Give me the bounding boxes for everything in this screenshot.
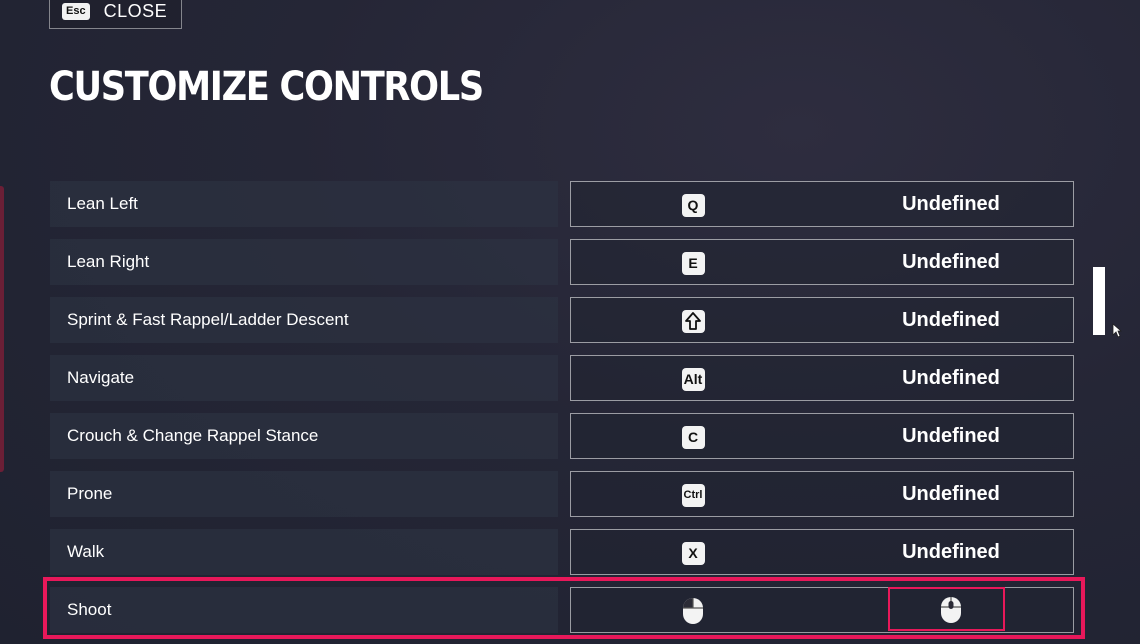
- control-row-lean-left: Lean Left Q Undefined: [50, 181, 1074, 227]
- page-title: CUSTOMIZE CONTROLS: [49, 64, 484, 110]
- scrollbar-thumb[interactable]: [1093, 267, 1105, 335]
- control-row-crouch: Crouch & Change Rappel Stance C Undefine…: [50, 413, 1074, 459]
- alternate-binding[interactable]: Undefined: [871, 356, 1031, 400]
- alternate-binding[interactable]: Undefined: [871, 182, 1031, 226]
- alternate-binding[interactable]: Undefined: [871, 414, 1031, 458]
- close-label: CLOSE: [103, 1, 168, 21]
- control-row-navigate: Navigate Alt Undefined: [50, 355, 1074, 401]
- primary-binding[interactable]: Ctrl: [681, 483, 705, 507]
- keycap-x: X: [681, 541, 705, 565]
- control-row-prone: Prone Ctrl Undefined: [50, 471, 1074, 517]
- action-label: Prone: [50, 471, 558, 517]
- alternate-binding[interactable]: Undefined: [871, 298, 1031, 342]
- binding-box: X Undefined: [570, 529, 1074, 575]
- binding-box: C Undefined: [570, 413, 1074, 459]
- mouse-left-button-icon: [683, 598, 703, 624]
- keycap-alt: Alt: [681, 367, 705, 391]
- mouse-cursor-icon: [1112, 323, 1122, 338]
- keycap-q: Q: [681, 193, 705, 217]
- action-label: Crouch & Change Rappel Stance: [50, 413, 558, 459]
- binding-box: Q Undefined: [570, 181, 1074, 227]
- action-label: Lean Right: [50, 239, 558, 285]
- action-label: Sprint & Fast Rappel/Ladder Descent: [50, 297, 558, 343]
- mouse-middle-button-icon: [941, 597, 961, 623]
- primary-binding[interactable]: [681, 309, 705, 333]
- keycap-e: E: [681, 251, 705, 275]
- alternate-binding[interactable]: [871, 588, 1031, 632]
- keycap-ctrl: Ctrl: [681, 483, 705, 507]
- binding-box: E Undefined: [570, 239, 1074, 285]
- action-label: Navigate: [50, 355, 558, 401]
- side-panel-edge: [0, 186, 4, 472]
- primary-binding[interactable]: X: [681, 541, 705, 565]
- close-button[interactable]: Esc CLOSE: [49, 0, 182, 29]
- primary-binding[interactable]: [681, 598, 705, 624]
- primary-binding[interactable]: Q: [681, 193, 705, 217]
- action-label: Walk: [50, 529, 558, 575]
- binding-box: [570, 587, 1074, 633]
- primary-binding[interactable]: Alt: [681, 367, 705, 391]
- control-row-shoot: Shoot: [50, 587, 1074, 633]
- keycap-c: C: [681, 425, 705, 449]
- action-label: Shoot: [50, 587, 558, 633]
- control-row-lean-right: Lean Right E Undefined: [50, 239, 1074, 285]
- control-row-sprint: Sprint & Fast Rappel/Ladder Descent Unde…: [50, 297, 1074, 343]
- alternate-binding[interactable]: Undefined: [871, 472, 1031, 516]
- primary-binding[interactable]: C: [681, 425, 705, 449]
- alternate-binding[interactable]: Undefined: [871, 530, 1031, 574]
- alternate-binding[interactable]: Undefined: [871, 240, 1031, 284]
- binding-box: Ctrl Undefined: [570, 471, 1074, 517]
- control-row-walk: Walk X Undefined: [50, 529, 1074, 575]
- shift-arrow-icon: [681, 309, 705, 333]
- binding-box: Alt Undefined: [570, 355, 1074, 401]
- esc-key-icon: Esc: [62, 3, 90, 20]
- action-label: Lean Left: [50, 181, 558, 227]
- primary-binding[interactable]: E: [681, 251, 705, 275]
- binding-box: Undefined: [570, 297, 1074, 343]
